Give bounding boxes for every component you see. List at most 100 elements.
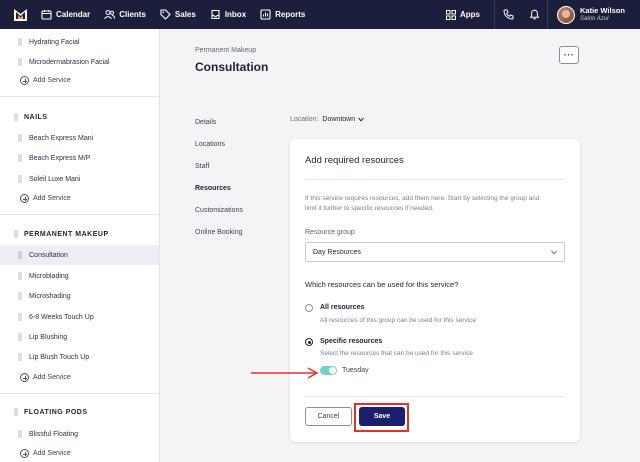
subnav-resources[interactable]: Resources <box>195 185 231 192</box>
topbar-right-group: Apps Katie Wilson Salon Azul <box>446 0 640 29</box>
service-label: Hydrating Facial <box>29 38 80 46</box>
chevron-down-icon <box>551 250 557 255</box>
option-all-description: All resources of this group can be used … <box>320 317 477 324</box>
service-item[interactable]: Microdermabrasion Facial <box>0 52 159 72</box>
add-service-label: Add Service <box>33 195 71 202</box>
add-circle-icon <box>20 76 29 85</box>
add-service-button[interactable]: Add Service <box>20 194 71 203</box>
service-item[interactable]: 6-8 Weeks Touch Up <box>0 307 159 327</box>
option-all-title[interactable]: All resources <box>320 304 364 311</box>
annotation-arrow-icon <box>251 367 319 379</box>
user-menu[interactable]: Katie Wilson Salon Azul <box>548 5 640 24</box>
service-item[interactable]: Beach Express M/P <box>0 148 159 168</box>
card-title: Add required resources <box>305 155 404 166</box>
service-item[interactable]: Blissful Floating <box>0 424 159 444</box>
drag-handle-icon[interactable] <box>14 408 18 416</box>
subnav-details[interactable]: Details <box>195 119 216 126</box>
bell-icon <box>529 9 539 20</box>
salon-name: Salon Azul <box>580 16 609 22</box>
location-selector[interactable]: Location: Downtown <box>290 116 364 123</box>
subnav-staff[interactable]: Staff <box>195 163 209 170</box>
category-title: NAILS <box>24 113 48 121</box>
drag-handle-icon[interactable] <box>18 313 22 321</box>
drag-handle-icon[interactable] <box>18 292 22 300</box>
add-service-button[interactable]: Add Service <box>20 449 71 458</box>
category-title: PERMANENT MAKEUP <box>24 230 109 238</box>
breadcrumb[interactable]: Permanent Makeup <box>195 47 256 54</box>
drag-handle-icon[interactable] <box>18 430 22 438</box>
divider <box>0 96 159 97</box>
add-service-button[interactable]: Add Service <box>20 373 71 382</box>
category-floating-pods[interactable]: FLOATING PODS <box>0 408 88 416</box>
drag-handle-icon[interactable] <box>18 58 22 66</box>
required-resources-card: Add required resources If this service r… <box>290 139 580 442</box>
cancel-button[interactable]: Cancel <box>305 407 352 426</box>
nav-calendar-label: Calendar <box>56 10 91 19</box>
help-text: If this service requires resources, add … <box>305 195 540 212</box>
radio-all-resources[interactable] <box>305 304 313 312</box>
drag-handle-icon[interactable] <box>14 113 18 121</box>
user-name: Katie Wilson <box>580 6 625 15</box>
service-label: Microblading <box>29 272 69 280</box>
tuesday-toggle-label: Tuesday <box>342 367 369 374</box>
service-item[interactable]: Lip Blushing <box>0 327 159 347</box>
service-item-selected[interactable]: Consultation <box>0 245 159 265</box>
add-circle-icon <box>20 194 29 203</box>
nav-inbox-label: Inbox <box>224 10 247 19</box>
add-service-button[interactable]: Add Service <box>20 76 71 85</box>
drag-handle-icon[interactable] <box>18 272 22 280</box>
add-service-label: Add Service <box>33 374 71 381</box>
add-circle-icon <box>20 373 29 382</box>
notifications-button[interactable] <box>521 0 547 29</box>
drag-handle-icon[interactable] <box>18 134 22 142</box>
nav-reports-label: Reports <box>275 10 306 19</box>
phone-icon <box>502 9 513 20</box>
calendar-icon <box>41 10 52 20</box>
option-specific-title[interactable]: Specific resources <box>320 338 382 345</box>
resources-question: Which resources can be used for this ser… <box>305 280 459 289</box>
app-logo-icon[interactable] <box>14 8 27 21</box>
drag-handle-icon[interactable] <box>18 251 22 259</box>
top-navigation-bar: Calendar Clients Sales Inbox Reports App… <box>0 0 640 29</box>
drag-handle-icon[interactable] <box>18 38 22 46</box>
apps-label: Apps <box>460 10 480 19</box>
resource-group-select[interactable]: Day Resources <box>305 242 565 262</box>
drag-handle-icon[interactable] <box>14 230 18 238</box>
service-item[interactable]: Lip Blush Touch Up <box>0 347 159 367</box>
nav-reports[interactable]: Reports <box>260 9 305 20</box>
subnav-customizations[interactable]: Customizations <box>195 207 243 214</box>
service-item[interactable]: Microblading <box>0 266 159 286</box>
subnav-locations[interactable]: Locations <box>195 141 225 148</box>
service-item[interactable]: Hydrating Facial <box>0 32 159 52</box>
divider <box>305 396 565 397</box>
category-nails[interactable]: NAILS <box>0 113 48 121</box>
more-options-button[interactable]: ··· <box>559 46 579 64</box>
divider <box>305 179 565 180</box>
drag-handle-icon[interactable] <box>18 154 22 162</box>
page-title: Consultation <box>195 60 269 74</box>
service-label: Beach Express M/P <box>29 154 91 162</box>
service-item[interactable]: Beach Express Mani <box>0 128 159 148</box>
phone-button[interactable] <box>495 0 521 29</box>
nav-inbox[interactable]: Inbox <box>210 9 246 20</box>
ellipsis-icon: ··· <box>563 50 575 60</box>
apps-button[interactable]: Apps <box>446 9 480 20</box>
nav-clients[interactable]: Clients <box>104 9 146 20</box>
nav-calendar[interactable]: Calendar <box>41 9 90 20</box>
category-permanent-makeup[interactable]: PERMANENT MAKEUP <box>0 230 109 238</box>
sales-tag-icon <box>160 9 171 20</box>
subnav-online-booking[interactable]: Online Booking <box>195 229 242 236</box>
service-item[interactable]: Microshading <box>0 286 159 306</box>
resource-group-value: Day Resources <box>313 248 361 256</box>
drag-handle-icon[interactable] <box>18 333 22 341</box>
service-label: Microshading <box>29 292 71 300</box>
nav-sales[interactable]: Sales <box>160 9 196 20</box>
service-item[interactable]: Soleil Luxe Mani <box>0 169 159 189</box>
add-service-label: Add Service <box>33 77 71 84</box>
drag-handle-icon[interactable] <box>18 353 22 361</box>
tuesday-toggle[interactable] <box>320 366 337 375</box>
radio-specific-resources[interactable] <box>305 338 313 346</box>
drag-handle-icon[interactable] <box>18 175 22 183</box>
service-label: Soleil Luxe Mani <box>29 175 81 183</box>
clients-icon <box>104 10 116 20</box>
